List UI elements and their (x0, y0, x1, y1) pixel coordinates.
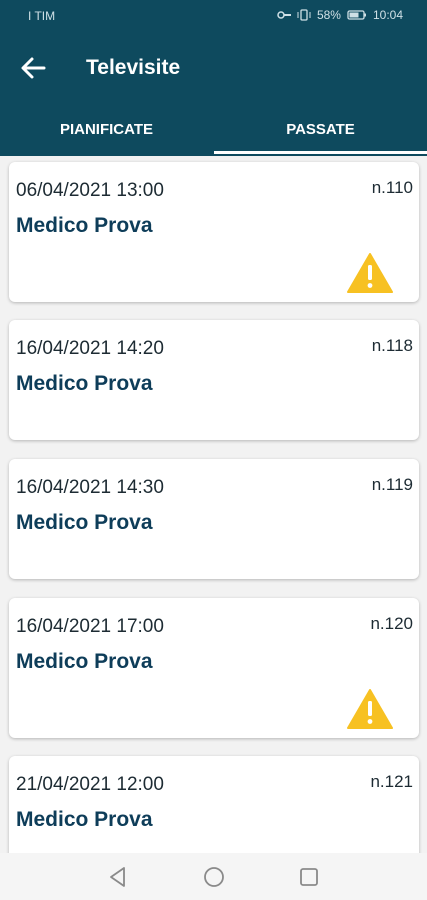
doctor-name: Medico Prova (16, 214, 153, 237)
warning-triangle-icon (347, 253, 393, 293)
app-bar: Televisite (0, 32, 427, 102)
visit-card[interactable]: 16/04/2021 14:20 n.118 Medico Prova (9, 320, 419, 440)
visit-datetime: 16/04/2021 14:20 (16, 338, 164, 359)
visit-datetime: 16/04/2021 14:30 (16, 477, 164, 498)
visit-card[interactable]: 21/04/2021 12:00 n.121 Medico Prova (9, 756, 419, 853)
arrow-left-icon (21, 57, 46, 79)
tab-pianificate[interactable]: PIANIFICATE (0, 102, 213, 156)
carrier-label: I TIM (28, 9, 56, 23)
active-tab-indicator (214, 151, 427, 154)
visit-number: n.110 (371, 178, 413, 197)
square-recent-icon[interactable] (295, 863, 323, 891)
clock: 10:04 (372, 8, 403, 22)
visit-number: n.121 (370, 772, 413, 791)
visit-datetime: 21/04/2021 12:00 (16, 774, 164, 795)
visit-card[interactable]: 16/04/2021 17:00 n.120 Medico Prova (9, 598, 419, 738)
battery-icon (347, 10, 366, 20)
tab-passate[interactable]: PASSATE (214, 102, 427, 156)
vibrate-icon (297, 9, 311, 21)
visit-card[interactable]: 06/04/2021 13:00 n.110 Medico Prova (9, 162, 419, 302)
warning-triangle-icon (347, 689, 393, 729)
battery-percent: 58% (316, 8, 341, 22)
doctor-name: Medico Prova (16, 650, 153, 673)
visit-card[interactable]: 16/04/2021 14:30 n.119 Medico Prova (9, 459, 419, 579)
visit-datetime: 16/04/2021 17:00 (16, 616, 164, 637)
back-button[interactable] (18, 52, 50, 84)
visit-number: n.118 (371, 336, 413, 355)
visit-list[interactable]: 06/04/2021 13:00 n.110 Medico Prova 16/0… (0, 156, 427, 853)
doctor-name: Medico Prova (16, 808, 153, 831)
system-nav-bar (0, 853, 427, 900)
circle-home-icon[interactable] (200, 863, 228, 891)
visit-datetime: 06/04/2021 13:00 (16, 180, 164, 201)
page-title: Televisite (86, 56, 181, 79)
doctor-name: Medico Prova (16, 511, 153, 534)
status-bar: I TIM 58% 10:04 (0, 0, 427, 32)
triangle-back-icon[interactable] (104, 863, 132, 891)
visit-number: n.120 (370, 614, 413, 633)
doctor-name: Medico Prova (16, 372, 153, 395)
status-icons: 58% 10:04 (277, 8, 403, 22)
key-icon (277, 11, 291, 19)
tab-bar: PIANIFICATE PASSATE (0, 102, 427, 156)
visit-number: n.119 (371, 475, 413, 494)
